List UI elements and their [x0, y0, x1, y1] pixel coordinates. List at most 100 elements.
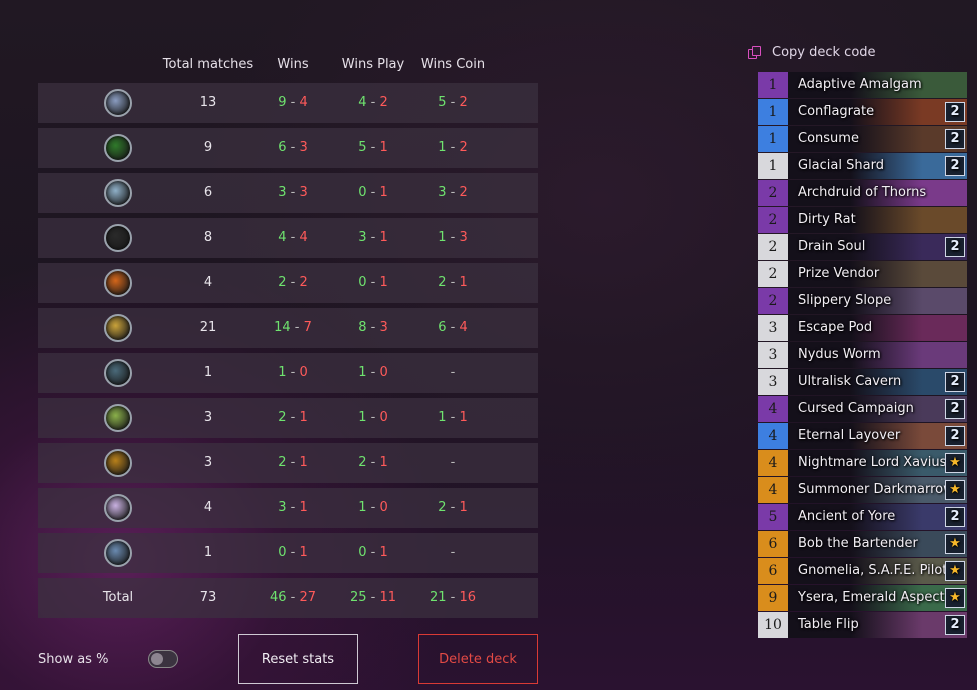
card-cost: 3 [758, 369, 788, 395]
row-wins-play: 8 - 3 [358, 320, 388, 335]
card-name-bar: Escape Pod [788, 315, 967, 341]
card-cost: 1 [758, 153, 788, 179]
row-wins: 9 - 4 [278, 95, 308, 110]
row-wins: 0 - 1 [278, 545, 308, 560]
row-wins-play: 0 - 1 [358, 185, 388, 200]
total-wins-play: 25 - 11 [349, 590, 397, 605]
mage-class-icon [104, 179, 132, 207]
card-name-bar: Adaptive Amalgam [788, 72, 967, 98]
card-name: Ultralisk Cavern [798, 374, 902, 389]
delete-deck-button[interactable]: Delete deck [418, 634, 538, 684]
row-wins-play: 3 - 1 [358, 230, 388, 245]
card-name-bar: Summoner Darkmarrow ★ [788, 477, 967, 503]
row-wins: 1 - 0 [278, 365, 308, 380]
row-wins-play: 1 - 0 [358, 365, 388, 380]
deck-card[interactable]: 4 Eternal Layover 2 [758, 423, 967, 449]
header-wins: Wins [277, 57, 309, 72]
card-cost: 4 [758, 423, 788, 449]
deck-card[interactable]: 2 Drain Soul 2 [758, 234, 967, 260]
card-name-bar: Archdruid of Thorns [788, 180, 967, 206]
row-wins-play: 2 - 1 [358, 455, 388, 470]
row-wins: 2 - 1 [278, 455, 308, 470]
row-wins-coin: - [450, 455, 456, 470]
card-name-bar: Conflagrate 2 [788, 99, 967, 125]
legendary-star-icon: ★ [945, 480, 965, 500]
show-as-percent-label: Show as % [38, 652, 109, 667]
card-count-badge: 2 [945, 156, 965, 176]
row-total-matches: 3 [203, 410, 213, 425]
card-name-bar: Drain Soul 2 [788, 234, 967, 260]
deck-card[interactable]: 1 Consume 2 [758, 126, 967, 152]
card-name-bar: Nightmare Lord Xavius ★ [788, 450, 967, 476]
card-name: Drain Soul [798, 239, 866, 254]
card-name: Cursed Campaign [798, 401, 914, 416]
card-cost: 2 [758, 180, 788, 206]
total-label: Total [102, 590, 134, 605]
deck-card[interactable]: 6 Gnomelia, S.A.F.E. Pilot ★ [758, 558, 967, 584]
card-count-badge: 2 [945, 102, 965, 122]
card-count-badge: 2 [945, 615, 965, 635]
copy-deck-code-button[interactable]: Copy deck code [748, 45, 876, 60]
card-name-bar: Gnomelia, S.A.F.E. Pilot ★ [788, 558, 967, 584]
deck-card[interactable]: 4 Nightmare Lord Xavius ★ [758, 450, 967, 476]
card-name-bar: Ancient of Yore 2 [788, 504, 967, 530]
card-name: Summoner Darkmarrow [798, 482, 954, 497]
reset-stats-button[interactable]: Reset stats [238, 634, 358, 684]
row-total-matches: 6 [203, 185, 213, 200]
card-cost: 1 [758, 126, 788, 152]
deck-card[interactable]: 6 Bob the Bartender ★ [758, 531, 967, 557]
card-cost: 2 [758, 207, 788, 233]
card-name-bar: Consume 2 [788, 126, 967, 152]
header-wins-play: Wins Play [341, 57, 405, 72]
row-wins-coin: 1 - 1 [438, 410, 468, 425]
deck-card[interactable]: 2 Slippery Slope [758, 288, 967, 314]
paladin-class-icon [104, 314, 132, 342]
stats-header: Total matches Wins Wins Play Wins Coin [38, 53, 538, 83]
card-name: Gnomelia, S.A.F.E. Pilot [798, 563, 948, 578]
stats-row: 3 2 - 1 1 - 0 1 - 1 [38, 398, 538, 438]
deck-card[interactable]: 1 Adaptive Amalgam [758, 72, 967, 98]
row-wins: 4 - 4 [278, 230, 308, 245]
card-cost: 6 [758, 558, 788, 584]
card-name: Prize Vendor [798, 266, 880, 281]
deck-card[interactable]: 2 Prize Vendor [758, 261, 967, 287]
row-wins: 6 - 3 [278, 140, 308, 155]
deck-card[interactable]: 3 Ultralisk Cavern 2 [758, 369, 967, 395]
card-name-bar: Prize Vendor [788, 261, 967, 287]
total-wins: 46 - 27 [269, 590, 317, 605]
row-wins-coin: 2 - 1 [438, 500, 468, 515]
deck-card[interactable]: 4 Cursed Campaign 2 [758, 396, 967, 422]
deck-card[interactable]: 2 Dirty Rat [758, 207, 967, 233]
card-cost: 2 [758, 234, 788, 260]
row-wins-coin: 2 - 1 [438, 275, 468, 290]
card-name: Dirty Rat [798, 212, 856, 227]
deck-card[interactable]: 1 Glacial Shard 2 [758, 153, 967, 179]
card-name: Ancient of Yore [798, 509, 896, 524]
card-name-bar: Eternal Layover 2 [788, 423, 967, 449]
card-name-bar: Ultralisk Cavern 2 [788, 369, 967, 395]
row-wins: 3 - 1 [278, 500, 308, 515]
row-total-matches: 4 [203, 500, 213, 515]
deck-card[interactable]: 9 Ysera, Emerald Aspect ★ [758, 585, 967, 611]
card-name: Ysera, Emerald Aspect [798, 590, 945, 605]
deck-card[interactable]: 2 Archdruid of Thorns [758, 180, 967, 206]
deck-card[interactable]: 10 Table Flip 2 [758, 612, 967, 638]
header-wins-coin: Wins Coin [420, 57, 486, 72]
deck-card[interactable]: 3 Escape Pod [758, 315, 967, 341]
row-wins-play: 0 - 1 [358, 545, 388, 560]
row-wins-play: 0 - 1 [358, 275, 388, 290]
deck-card[interactable]: 1 Conflagrate 2 [758, 99, 967, 125]
warrior-class-icon [104, 269, 132, 297]
show-as-percent-toggle[interactable] [148, 650, 178, 668]
deck-card[interactable]: 5 Ancient of Yore 2 [758, 504, 967, 530]
row-wins-coin: 3 - 2 [438, 185, 468, 200]
deck-card[interactable]: 3 Nydus Worm [758, 342, 967, 368]
card-name: Archdruid of Thorns [798, 185, 927, 200]
stats-row: 6 3 - 3 0 - 1 3 - 2 [38, 173, 538, 213]
card-name: Nightmare Lord Xavius [798, 455, 947, 470]
death-knight-class-icon [104, 224, 132, 252]
row-wins-coin: 5 - 2 [438, 95, 468, 110]
copy-icon [748, 45, 762, 60]
row-wins: 2 - 2 [278, 275, 308, 290]
deck-card[interactable]: 4 Summoner Darkmarrow ★ [758, 477, 967, 503]
